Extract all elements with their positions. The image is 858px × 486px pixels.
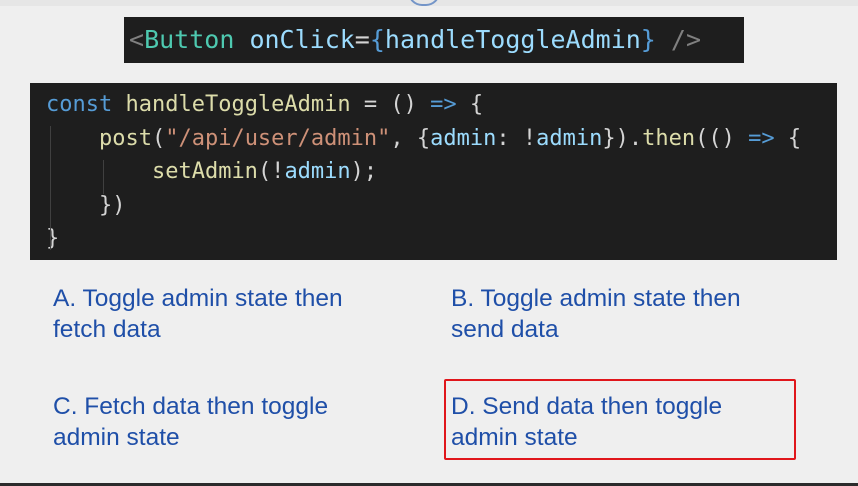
code-punctuation: }) bbox=[98, 192, 126, 218]
object-key: admin bbox=[430, 125, 497, 151]
code-punctuation: (() bbox=[695, 125, 749, 151]
arrow-operator: => bbox=[430, 92, 457, 117]
code-punctuation: , { bbox=[390, 125, 431, 151]
jsx-equals: = bbox=[354, 25, 370, 54]
code-line-4: }) bbox=[46, 189, 837, 223]
function-name: handleToggleAdmin bbox=[125, 92, 351, 117]
code-punctuation: : ! bbox=[496, 125, 537, 151]
top-strip bbox=[0, 0, 858, 6]
code-punctuation: ( bbox=[151, 125, 166, 151]
option-c-line-1: C. Fetch data then toggle bbox=[53, 393, 329, 420]
code-line-3: setAdmin(!admin); bbox=[46, 155, 837, 189]
option-c-line-2: admin state bbox=[53, 424, 180, 451]
keyword-const: const bbox=[46, 92, 113, 117]
option-b-line-2: send data bbox=[451, 316, 559, 343]
code-punctuation: (! bbox=[257, 159, 285, 185]
indent-guide bbox=[50, 126, 51, 250]
jsx-open-bracket: < bbox=[129, 25, 145, 54]
option-b[interactable]: B. Toggle admin state then send data bbox=[451, 283, 811, 345]
indent-guide bbox=[103, 160, 104, 194]
code-punctuation: { bbox=[456, 92, 484, 117]
call-post: post bbox=[98, 125, 152, 151]
jsx-self-close: /> bbox=[655, 25, 702, 54]
string-literal: "/api/user/admin" bbox=[165, 125, 391, 151]
option-b-line-1: B. Toggle admin state then bbox=[451, 285, 741, 312]
jsx-tag-name: Button bbox=[144, 25, 235, 54]
call-setadmin: setAdmin bbox=[151, 159, 258, 185]
code-punctuation: }). bbox=[602, 125, 643, 151]
code-punctuation: { bbox=[774, 125, 802, 151]
correct-answer-highlight bbox=[444, 379, 796, 460]
jsx-brace-close: } bbox=[640, 25, 656, 54]
jsx-brace-open: { bbox=[369, 25, 385, 54]
code-punctuation: } bbox=[46, 226, 60, 252]
code-line-2: post("/api/user/admin", {admin: !admin})… bbox=[46, 122, 837, 156]
code-block: const handleToggleAdmin = () => { post("… bbox=[30, 83, 837, 260]
code-punctuation: ); bbox=[350, 159, 378, 185]
option-a-line-2: fetch data bbox=[53, 316, 161, 343]
jsx-handler-name: handleToggleAdmin bbox=[384, 25, 641, 54]
code-line-1: const handleToggleAdmin = () => { bbox=[46, 88, 837, 122]
option-a[interactable]: A. Toggle admin state then fetch data bbox=[53, 283, 413, 345]
call-then: then bbox=[642, 125, 696, 151]
option-c[interactable]: C. Fetch data then toggle admin state bbox=[53, 391, 413, 453]
arrow-operator: => bbox=[748, 125, 775, 151]
variable-admin: admin bbox=[284, 159, 351, 185]
code-line-5: } bbox=[46, 222, 837, 256]
decorative-arc bbox=[408, 0, 440, 6]
code-punctuation: = () bbox=[350, 92, 431, 117]
option-a-line-1: A. Toggle admin state then bbox=[53, 285, 343, 312]
jsx-attribute: onClick bbox=[249, 25, 355, 54]
variable-admin: admin bbox=[536, 125, 603, 151]
button-jsx-snippet: <Button onClick={handleToggleAdmin} /> bbox=[124, 17, 744, 63]
